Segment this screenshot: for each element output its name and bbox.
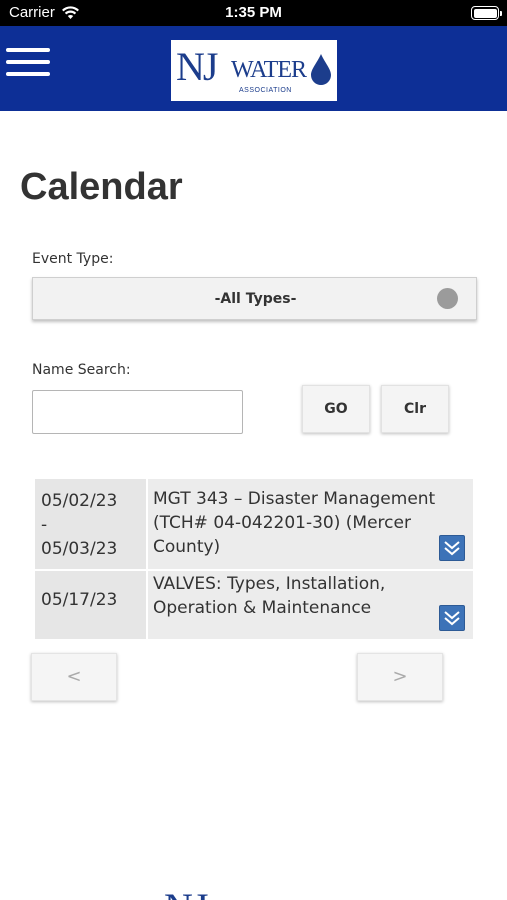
event-type-select[interactable]: -All Types- (32, 277, 477, 320)
event-date: 05/02/23 - 05/03/23 (35, 479, 145, 569)
previous-page-button[interactable]: < (31, 653, 117, 701)
name-search-input[interactable] (32, 390, 243, 434)
clock: 1:35 PM (225, 4, 282, 21)
name-search-label: Name Search: (32, 362, 131, 378)
hamburger-menu-icon[interactable] (6, 48, 50, 80)
logo-nj-text: NJ (176, 44, 218, 89)
go-button[interactable]: GO (302, 385, 370, 433)
event-row[interactable]: 05/17/23 VALVES: Types, Installation, Op… (35, 571, 473, 639)
clear-button[interactable]: Clr (381, 385, 449, 433)
footer-logo-nj-text: NJ (164, 884, 208, 900)
page-title: Calendar (20, 166, 183, 208)
logo-water-text: WATER (231, 57, 307, 83)
event-title: VALVES: Types, Installation, Operation &… (146, 571, 473, 639)
expand-chevron-icon[interactable] (439, 535, 465, 561)
logo-association-text: ASSOCIATION (239, 87, 292, 94)
event-type-label: Event Type: (32, 251, 114, 267)
footer-logo: NJ (160, 880, 360, 900)
app-header: NJ WATER ASSOCIATION (0, 26, 507, 111)
status-bar: Carrier 1:35 PM (0, 0, 507, 26)
water-drop-icon (310, 53, 332, 89)
event-title: MGT 343 – Disaster Management (TCH# 04-0… (146, 479, 473, 569)
event-date-separator: - (41, 515, 48, 535)
dropdown-indicator-icon (437, 288, 458, 309)
battery-icon (471, 6, 502, 20)
expand-chevron-icon[interactable] (439, 605, 465, 631)
event-type-value: -All Types- (214, 291, 297, 307)
nj-water-logo: NJ WATER ASSOCIATION (171, 40, 337, 101)
event-date-end: 05/03/23 (41, 539, 118, 559)
next-page-button[interactable]: > (357, 653, 443, 701)
event-date: 05/17/23 (35, 571, 145, 639)
event-date-start: 05/02/23 (41, 491, 118, 511)
event-row[interactable]: 05/02/23 - 05/03/23 MGT 343 – Disaster M… (35, 479, 473, 569)
